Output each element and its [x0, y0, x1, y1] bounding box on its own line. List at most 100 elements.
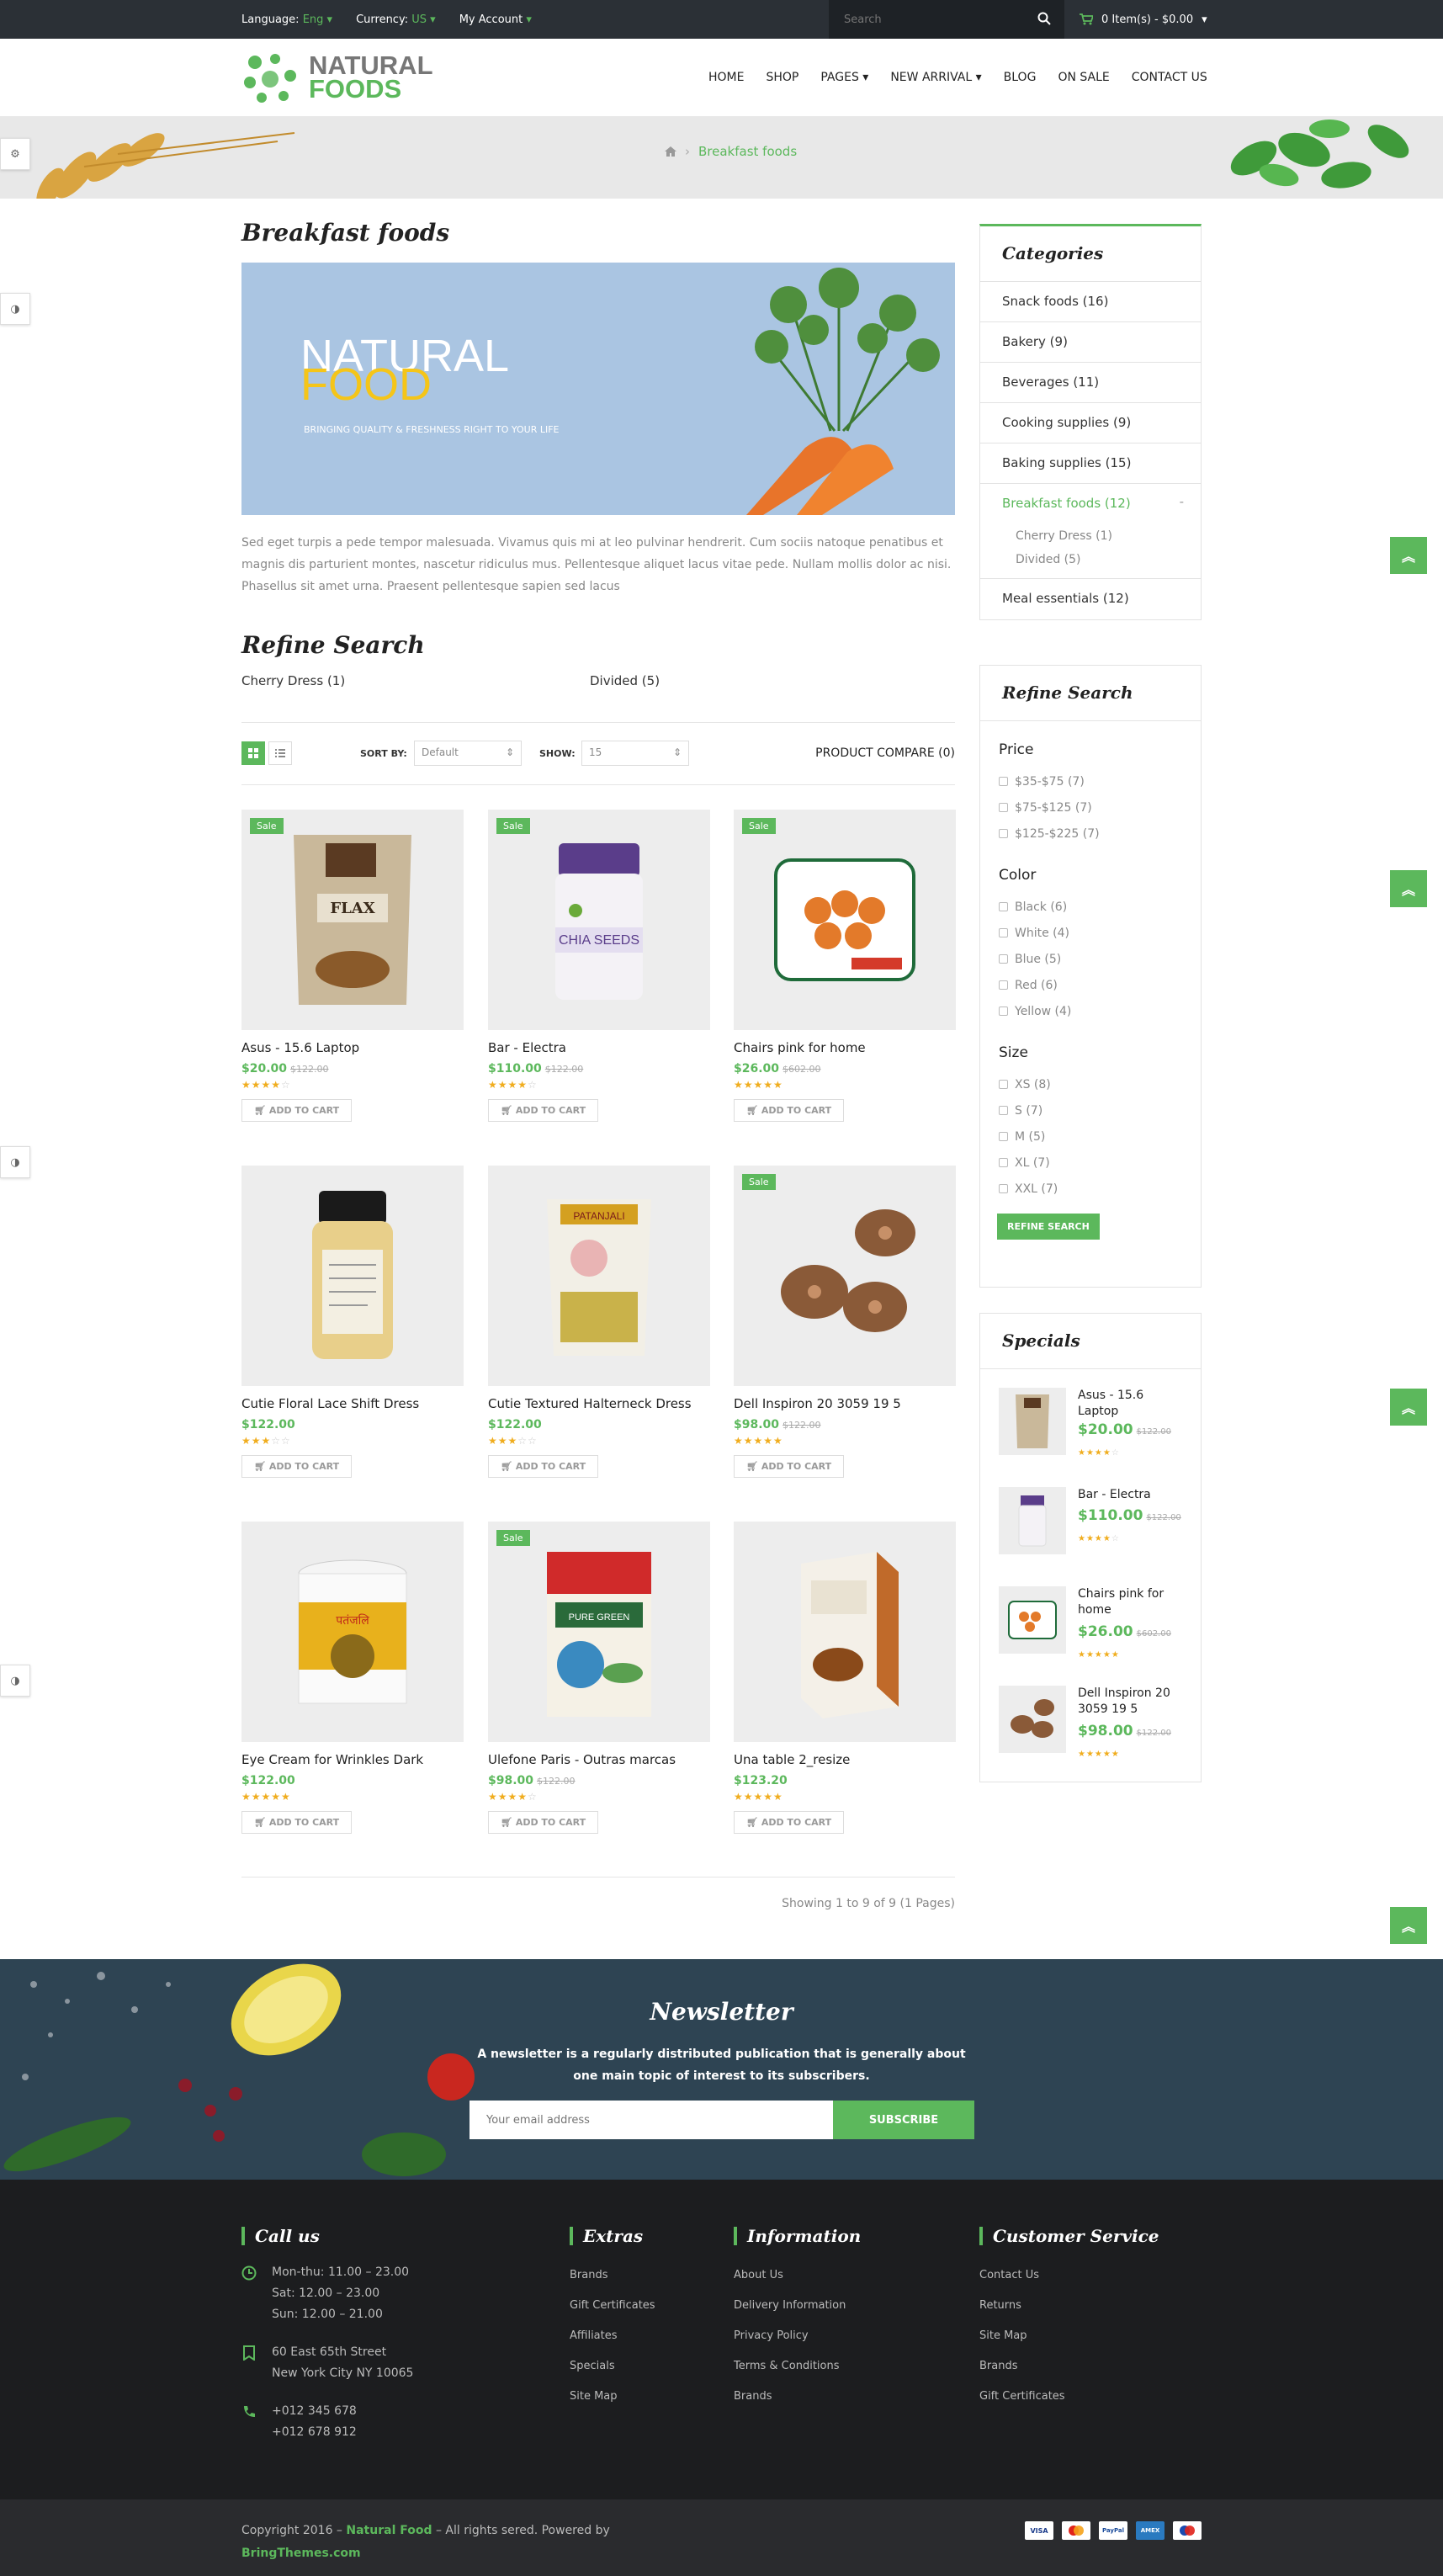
product-name[interactable]: Bar - Electra	[488, 1040, 710, 1055]
nav-new-arrival[interactable]: NEW ARRIVAL ▾	[890, 71, 981, 84]
contrast-tab[interactable]: ◑	[0, 293, 30, 325]
filter-option[interactable]: Yellow (4)	[999, 998, 1182, 1024]
filter-option[interactable]: M (5)	[999, 1123, 1182, 1150]
special-image[interactable]	[999, 1388, 1066, 1455]
category-item[interactable]: Cooking supplies (9)	[980, 403, 1201, 443]
filter-option[interactable]: XS (8)	[999, 1071, 1182, 1097]
footer-link[interactable]: Site Map	[979, 2321, 1159, 2351]
filter-option[interactable]: XXL (7)	[999, 1176, 1182, 1202]
special-name[interactable]: Dell Inspiron 20 3059 19 5	[1078, 1686, 1187, 1718]
checkbox[interactable]	[999, 1132, 1008, 1141]
settings-tab[interactable]: ⚙	[0, 138, 30, 170]
subscribe-button[interactable]: SUBSCRIBE	[833, 2101, 974, 2139]
footer-link[interactable]: Gift Certificates	[570, 2291, 655, 2321]
product-image[interactable]: FLAX Sale	[241, 810, 464, 1030]
scroll-top-button[interactable]: ︽	[1390, 1389, 1427, 1426]
currency-selector[interactable]: Currency: US ▾	[356, 13, 436, 26]
footer-link[interactable]: Site Map	[570, 2382, 655, 2412]
product-compare-link[interactable]: PRODUCT COMPARE (0)	[815, 746, 955, 760]
nav-contact-us[interactable]: CONTACT US	[1132, 71, 1207, 84]
product-name[interactable]: Cutie Floral Lace Shift Dress	[241, 1396, 464, 1411]
footer-phone[interactable]: +012 678 912	[272, 2422, 357, 2443]
product-image[interactable]: PURE GREEN Sale	[488, 1522, 710, 1742]
checkbox[interactable]	[999, 928, 1008, 937]
footer-link[interactable]: Privacy Policy	[734, 2321, 861, 2351]
product-name[interactable]: Cutie Textured Halterneck Dress	[488, 1396, 710, 1411]
product-image[interactable]: Sale	[734, 1166, 956, 1386]
checkbox[interactable]	[999, 1080, 1008, 1089]
checkbox[interactable]	[999, 1184, 1008, 1193]
checkbox[interactable]	[999, 777, 1008, 786]
product-image[interactable]: CHIA SEEDS Sale	[488, 810, 710, 1030]
product-name[interactable]: Dell Inspiron 20 3059 19 5	[734, 1396, 956, 1411]
contrast-tab[interactable]: ◑	[0, 1665, 30, 1697]
search-icon[interactable]	[1037, 12, 1051, 25]
footer-link[interactable]: Specials	[570, 2351, 655, 2382]
sort-select[interactable]: Default ⇕	[414, 741, 522, 766]
subcategory-link[interactable]: Divided (5)	[590, 673, 660, 688]
nav-pages[interactable]: PAGES ▾	[820, 71, 868, 84]
add-to-cart-button[interactable]: 🛒︎ ADD TO CART	[734, 1455, 845, 1478]
contrast-tab[interactable]: ◑	[0, 1146, 30, 1178]
category-item-active[interactable]: Breakfast foods (12) -	[980, 484, 1201, 524]
add-to-cart-button[interactable]: 🛒︎ ADD TO CART	[488, 1811, 599, 1834]
product-image[interactable]: Sale	[734, 810, 956, 1030]
category-item[interactable]: Baking supplies (15)	[980, 443, 1201, 484]
checkbox[interactable]	[999, 902, 1008, 911]
footer-link[interactable]: Delivery Information	[734, 2291, 861, 2321]
filter-option[interactable]: Red (6)	[999, 972, 1182, 998]
newsletter-email-input[interactable]	[470, 2101, 833, 2139]
add-to-cart-button[interactable]: 🛒︎ ADD TO CART	[734, 1811, 845, 1834]
show-select[interactable]: 15 ⇕	[581, 741, 689, 766]
category-item[interactable]: Meal essentials (12)	[980, 579, 1201, 619]
footer-link[interactable]: About Us	[734, 2260, 861, 2291]
checkbox[interactable]	[999, 803, 1008, 812]
product-image[interactable]: पतंजलि	[241, 1522, 464, 1742]
powered-by-link[interactable]: BringThemes.com	[241, 2547, 361, 2560]
product-name[interactable]: Asus - 15.6 Laptop	[241, 1040, 464, 1055]
nav-blog[interactable]: BLOG	[1004, 71, 1037, 84]
add-to-cart-button[interactable]: 🛒︎ ADD TO CART	[734, 1099, 845, 1122]
checkbox[interactable]	[999, 1158, 1008, 1167]
subcategory-link[interactable]: Cherry Dress (1)	[241, 673, 345, 688]
scroll-top-button[interactable]: ︽	[1390, 1907, 1427, 1944]
product-image[interactable]	[734, 1522, 956, 1742]
filter-option[interactable]: White (4)	[999, 920, 1182, 946]
subcategory-item[interactable]: Divided (5)	[980, 548, 1201, 571]
footer-link[interactable]: Brands	[570, 2260, 655, 2291]
footer-link[interactable]: Brands	[979, 2351, 1159, 2382]
footer-phone[interactable]: +012 345 678	[272, 2401, 357, 2422]
filter-option[interactable]: S (7)	[999, 1097, 1182, 1123]
filter-option[interactable]: Blue (5)	[999, 946, 1182, 972]
nav-home[interactable]: HOME	[708, 71, 744, 84]
special-name[interactable]: Asus - 15.6 Laptop	[1078, 1388, 1187, 1420]
footer-link[interactable]: Returns	[979, 2291, 1159, 2321]
checkbox[interactable]	[999, 1006, 1008, 1016]
home-icon[interactable]	[665, 146, 676, 157]
language-selector[interactable]: Language: Eng ▾	[241, 13, 332, 26]
checkbox[interactable]	[999, 954, 1008, 964]
scroll-top-button[interactable]: ︽	[1390, 537, 1427, 574]
list-view-button[interactable]	[268, 741, 292, 765]
logo[interactable]: NATURAL FOODS	[241, 50, 443, 104]
filter-option[interactable]: $35-$75 (7)	[999, 768, 1182, 794]
add-to-cart-button[interactable]: 🛒︎ ADD TO CART	[488, 1455, 599, 1478]
product-image[interactable]: PATANJALI	[488, 1166, 710, 1386]
special-image[interactable]	[999, 1686, 1066, 1753]
checkbox[interactable]	[999, 980, 1008, 990]
subcategory-item[interactable]: Cherry Dress (1)	[980, 524, 1201, 548]
breadcrumb-current[interactable]: Breakfast foods	[698, 144, 797, 159]
special-name[interactable]: Chairs pink for home	[1078, 1586, 1187, 1618]
nav-shop[interactable]: SHOP	[766, 71, 798, 84]
refine-search-button[interactable]: REFINE SEARCH	[997, 1214, 1100, 1240]
footer-link[interactable]: Contact Us	[979, 2260, 1159, 2291]
add-to-cart-button[interactable]: 🛒︎ ADD TO CART	[241, 1455, 353, 1478]
footer-link[interactable]: Terms & Conditions	[734, 2351, 861, 2382]
nav-on-sale[interactable]: ON SALE	[1058, 71, 1109, 84]
special-image[interactable]	[999, 1586, 1066, 1654]
add-to-cart-button[interactable]: 🛒︎ ADD TO CART	[488, 1099, 599, 1122]
checkbox[interactable]	[999, 829, 1008, 838]
grid-view-button[interactable]	[241, 741, 265, 765]
product-name[interactable]: Chairs pink for home	[734, 1040, 956, 1055]
filter-option[interactable]: $125-$225 (7)	[999, 821, 1182, 847]
